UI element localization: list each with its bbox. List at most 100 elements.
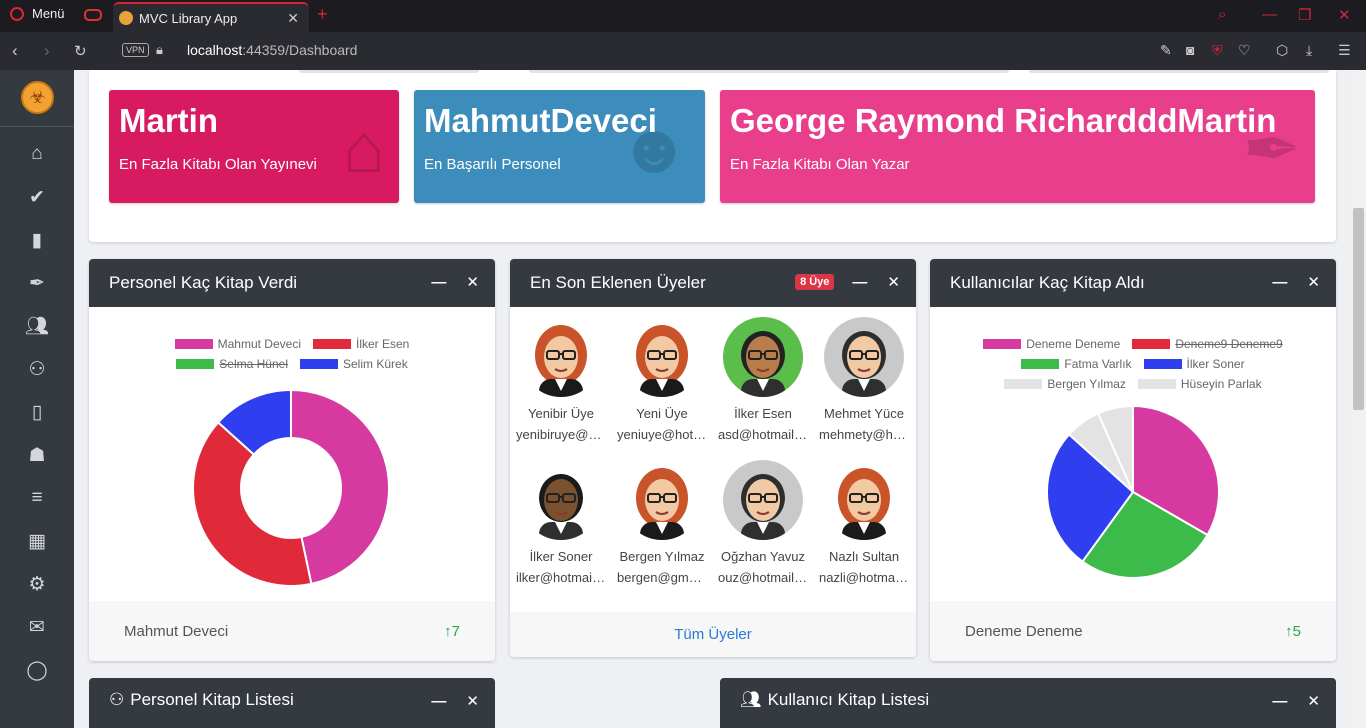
stat-box-staff: MahmutDeveci En Başarılı Personel ☻ bbox=[414, 90, 705, 203]
member-item[interactable]: Yenibir Üye yenibiruye@hotmail.com bbox=[516, 317, 606, 445]
browser-tab-active[interactable]: MVC Library App ✕ bbox=[113, 2, 309, 32]
page-scrollbar-thumb[interactable] bbox=[1353, 208, 1364, 410]
stat-box-author: George Raymond RichardddMartin En Fazla … bbox=[720, 90, 1315, 203]
browser-tab-bar: Menü MVC Library App ✕ + ⌕ — ❐ ✕ bbox=[0, 0, 1366, 32]
member-item[interactable]: İlker Esen asd@hotmail.com bbox=[718, 317, 808, 445]
stat-value: Martin bbox=[119, 102, 218, 139]
avatar bbox=[622, 460, 702, 540]
back-icon[interactable]: ‹ bbox=[12, 41, 18, 61]
doughnut-chart bbox=[192, 388, 390, 587]
stat-label: En Fazla Kitabı Olan Yayınevi bbox=[119, 156, 317, 173]
users-icon[interactable]: 👥︎ bbox=[0, 306, 74, 346]
url-field[interactable]: localhost:44359/Dashboard bbox=[187, 42, 357, 58]
vpn-badge[interactable]: VPN bbox=[122, 43, 149, 57]
sidebar-divider bbox=[0, 126, 74, 127]
maximize-button[interactable]: ❐ bbox=[1298, 6, 1311, 24]
adblock-shield-icon[interactable]: ⛨ bbox=[1212, 42, 1223, 59]
search-tabs-icon[interactable]: ⌕ bbox=[1218, 6, 1226, 23]
close-tab-icon[interactable]: ✕ bbox=[287, 10, 299, 27]
member-email: yenibiruye@hotmail.com bbox=[516, 427, 606, 442]
card-footer: Mahmut Deveci ↑7 bbox=[89, 601, 495, 661]
member-item[interactable]: İlker Soner ilker@hotmail.com bbox=[516, 460, 606, 588]
browser-address-bar: ‹ › ↻ VPN 🔒︎ localhost:44359/Dashboard ✎… bbox=[0, 32, 1366, 70]
sidebar: ☣ ⌂ ✔ ▮ ✒ 👥︎ ⚇ ▯ ☗ ≡ ▦ ⚙ ✉ ◯ bbox=[0, 70, 74, 728]
building-icon[interactable]: ▦ bbox=[0, 521, 74, 561]
envelope-icon[interactable]: ✉ bbox=[0, 607, 74, 647]
collapse-button[interactable]: — bbox=[1272, 274, 1287, 291]
collapse-button[interactable]: — bbox=[431, 274, 446, 291]
new-tab-button[interactable]: + bbox=[317, 4, 328, 25]
card-title: En Son Eklenen Üyeler bbox=[530, 273, 706, 292]
people-carry-icon[interactable]: ⚇ bbox=[0, 349, 74, 389]
avatar bbox=[521, 460, 601, 540]
member-item[interactable]: Mehmet Yüce mehmety@hotmail.com bbox=[819, 317, 909, 445]
settings-icon[interactable]: ☰ bbox=[1338, 42, 1351, 59]
list-ol-icon[interactable]: ≡ bbox=[0, 478, 74, 518]
camera-icon[interactable]: ◙ bbox=[1186, 42, 1194, 58]
check-double-icon[interactable]: ✔ bbox=[0, 177, 74, 217]
collapse-button[interactable]: — bbox=[431, 693, 446, 710]
home-icon[interactable]: ⌂ bbox=[0, 134, 74, 174]
card-title: Kullanıcı Kitap Listesi bbox=[767, 690, 930, 709]
dashboard-content: Martin En Fazla Kitabı Olan Yayınevi ⌂ M… bbox=[74, 70, 1351, 728]
member-name: Bergen Yılmaz bbox=[619, 549, 705, 564]
avatar bbox=[723, 460, 803, 540]
forward-icon[interactable]: › bbox=[44, 41, 50, 61]
card-header: Kullanıcılar Kaç Kitap Aldı — ✕ bbox=[930, 259, 1336, 307]
card-tools: — ✕ bbox=[1272, 273, 1320, 292]
tab-title: MVC Library App bbox=[139, 10, 238, 26]
member-email: ouz@hotmail.com bbox=[718, 570, 808, 585]
reload-icon[interactable]: ↻ bbox=[74, 42, 87, 60]
member-item[interactable]: Oğzhan Yavuz ouz@hotmail.com bbox=[718, 460, 808, 588]
gamepad-icon[interactable] bbox=[84, 9, 102, 21]
download-icon[interactable]: ⤓ bbox=[1306, 42, 1312, 59]
comment-icon[interactable]: ◯ bbox=[0, 650, 74, 690]
member-email: bergen@gmail.com bbox=[617, 570, 707, 585]
card-title: Kullanıcılar Kaç Kitap Aldı bbox=[950, 273, 1145, 292]
book-open-icon[interactable]: ▯ bbox=[0, 392, 74, 432]
member-item[interactable]: Nazlı Sultan nazli@hotmail.com bbox=[819, 460, 909, 588]
member-item[interactable]: Yeni Üye yeniuye@hotmail.com bbox=[617, 317, 707, 445]
remove-button[interactable]: ✕ bbox=[1307, 692, 1320, 710]
staff-book-list-card: ⚇ Personel Kitap Listesi — ✕ bbox=[89, 678, 495, 728]
book-reader-icon[interactable]: ☗ bbox=[0, 435, 74, 475]
remove-button[interactable]: ✕ bbox=[887, 273, 900, 291]
avatar bbox=[824, 317, 904, 397]
cogs-icon[interactable]: ⚙ bbox=[0, 564, 74, 604]
card-tools: — ✕ bbox=[1272, 692, 1320, 711]
card-tools: — ✕ bbox=[431, 273, 479, 292]
stat-value: MahmutDeveci bbox=[424, 102, 657, 139]
stat-label: En Fazla Kitabı Olan Yazar bbox=[730, 156, 910, 173]
snap-icon[interactable]: ✎ bbox=[1160, 42, 1172, 59]
remove-button[interactable]: ✕ bbox=[1307, 273, 1320, 291]
browser-menu-button[interactable]: Menü bbox=[10, 6, 65, 21]
member-count-badge: 8 Üye bbox=[795, 274, 835, 290]
card-footer: Deneme Deneme ↑5 bbox=[930, 601, 1336, 661]
member-name: Yeni Üye bbox=[636, 406, 688, 421]
member-email: nazli@hotmail.com bbox=[819, 570, 909, 585]
avatar bbox=[521, 317, 601, 397]
lock-icon[interactable]: 🔒︎ bbox=[156, 42, 163, 58]
card-tools: 8 Üye — ✕ bbox=[795, 273, 900, 291]
all-members-link[interactable]: Tüm Üyeler bbox=[510, 612, 916, 657]
remove-button[interactable]: ✕ bbox=[466, 273, 479, 291]
user-chart-card: Kullanıcılar Kaç Kitap Aldı — ✕ Deneme D… bbox=[930, 259, 1336, 661]
collapse-button[interactable]: — bbox=[1272, 693, 1287, 710]
cube-icon[interactable]: ⬡ bbox=[1276, 42, 1288, 59]
heart-icon[interactable]: ♡ bbox=[1238, 42, 1251, 59]
remove-button[interactable]: ✕ bbox=[466, 692, 479, 710]
minimize-button[interactable]: — bbox=[1262, 6, 1277, 23]
member-email: mehmety@hotmail.com bbox=[819, 427, 909, 442]
pen-nib-icon[interactable]: ✒ bbox=[0, 263, 74, 303]
users-icon: 👥︎ bbox=[740, 690, 762, 709]
hidden-box-edge bbox=[1029, 70, 1329, 73]
arrow-up-icon: ↑ bbox=[444, 622, 452, 640]
hidden-box-edge bbox=[529, 70, 1009, 73]
book-icon[interactable]: ▮ bbox=[0, 220, 74, 260]
collapse-button[interactable]: — bbox=[852, 274, 867, 291]
member-item[interactable]: Bergen Yılmaz bergen@gmail.com bbox=[617, 460, 707, 588]
close-window-button[interactable]: ✕ bbox=[1338, 6, 1351, 24]
stat-box-publisher: Martin En Fazla Kitabı Olan Yayınevi ⌂ bbox=[109, 90, 399, 203]
stat-value: George Raymond RichardddMartin bbox=[730, 102, 1277, 139]
biohazard-logo-icon[interactable]: ☣ bbox=[21, 81, 54, 114]
